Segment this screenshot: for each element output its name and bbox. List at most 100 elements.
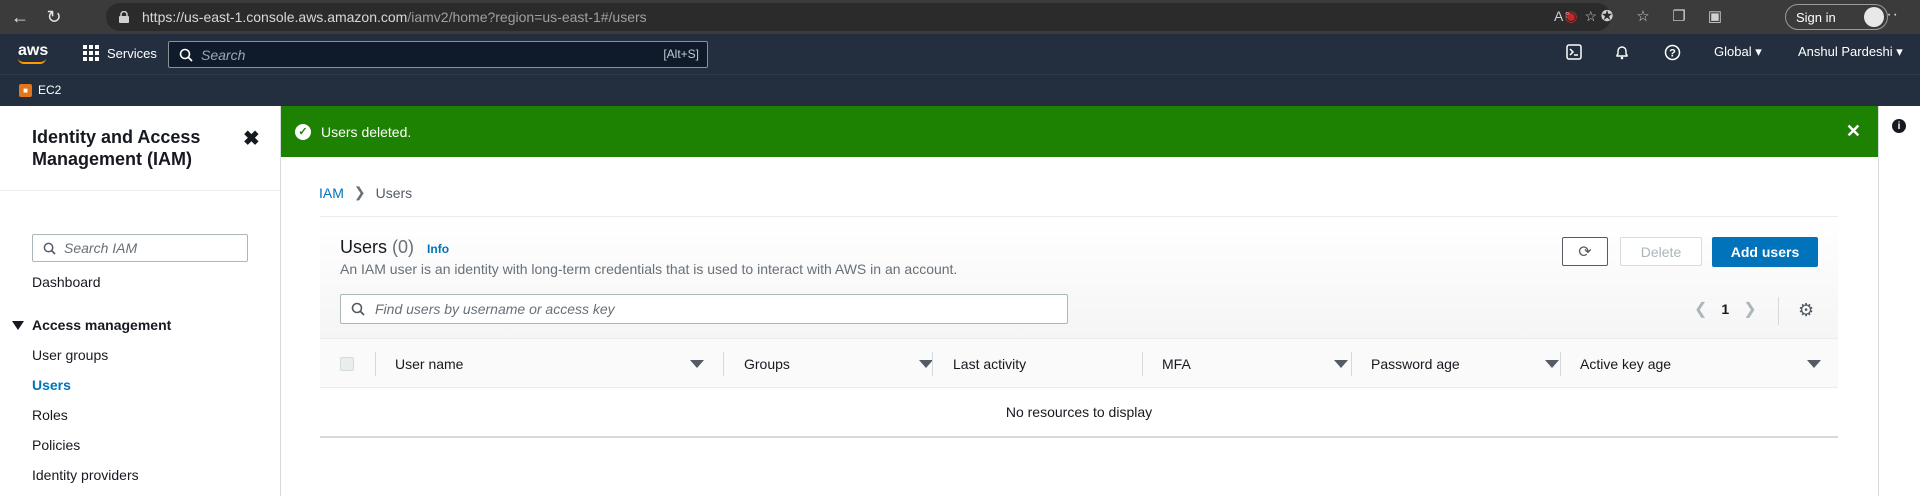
table-header: User name Groups Last activity MFA Passw…	[320, 338, 1838, 388]
cloudshell-icon[interactable]	[1566, 44, 1582, 63]
favorites-icon[interactable]: ☆	[1632, 5, 1654, 27]
services-label: Services	[107, 45, 157, 61]
sidebar-search-placeholder: Search IAM	[64, 240, 138, 256]
column-separator	[1142, 352, 1143, 376]
info-link[interactable]: Info	[427, 242, 449, 256]
sort-caret-icon	[690, 360, 704, 368]
column-header-last-activity[interactable]: Last activity	[953, 339, 1149, 389]
column-separator	[375, 352, 376, 376]
users-search-placeholder: Find users by username or access key	[375, 301, 615, 317]
sort-caret-icon	[919, 360, 933, 368]
sidebar-item-roles[interactable]: Roles	[32, 407, 68, 423]
aws-search-input[interactable]: Search [Alt+S]	[168, 41, 708, 68]
panel-title-text: Users	[340, 237, 388, 257]
column-label: Password age	[1371, 356, 1460, 372]
users-count: (0)	[392, 237, 415, 257]
sign-in-label: Sign in	[1796, 9, 1836, 25]
url-text: https://us-east-1.console.aws.amazon.com…	[142, 9, 647, 25]
column-separator	[932, 352, 933, 376]
aws-logo-smile	[18, 58, 46, 64]
iam-sidebar: Identity and Access Management (IAM) ✖ S…	[0, 106, 281, 496]
select-all-checkbox[interactable]	[340, 357, 354, 371]
region-selector[interactable]: Global ▾	[1714, 44, 1762, 60]
address-bar[interactable]: https://us-east-1.console.aws.amazon.com…	[106, 3, 1611, 31]
notifications-bell-icon[interactable]	[1614, 44, 1630, 63]
sort-caret-icon	[1334, 360, 1348, 368]
account-menu[interactable]: Anshul Pardeshi ▾	[1798, 44, 1903, 60]
previous-page-icon[interactable]: ❮	[1694, 299, 1707, 319]
aws-top-nav: aws Services Search [Alt+S] ? Global ▾ A…	[0, 34, 1920, 74]
delete-button[interactable]: Delete	[1620, 237, 1702, 266]
close-sidebar-icon[interactable]: ✖	[243, 126, 260, 151]
svg-text:?: ?	[1669, 48, 1676, 60]
url-path: /iamv2/home?region=us-east-1#/users	[407, 9, 647, 25]
sidebar-item-users[interactable]: Users	[32, 377, 71, 393]
divider	[0, 190, 280, 191]
sidebar-title: Identity and Access Management (IAM)	[32, 127, 201, 169]
breadcrumb-iam-link[interactable]: IAM	[319, 185, 344, 201]
users-search-input[interactable]: Find users by username or access key	[340, 294, 1068, 324]
column-separator	[723, 352, 724, 376]
column-label: Active key age	[1580, 356, 1672, 372]
pagination: ❮ 1 ❯	[1694, 299, 1757, 319]
users-panel-description: An IAM user is an identity with long-ter…	[340, 261, 958, 277]
column-header-mfa[interactable]: MFA	[1162, 339, 1358, 389]
services-menu-button[interactable]: Services	[83, 45, 157, 61]
divider	[1778, 297, 1779, 325]
search-shortcut: [Alt+S]	[663, 47, 699, 61]
search-placeholder: Search	[201, 46, 246, 63]
users-panel-header: Users (0) Info An IAM user is an identit…	[320, 216, 1838, 338]
chevron-right-icon: ❯	[353, 184, 366, 200]
chevron-down-icon: ▾	[1755, 44, 1762, 59]
column-header-groups[interactable]: Groups	[744, 339, 940, 389]
ec2-icon: ■	[19, 83, 32, 97]
ublock-icon[interactable]: ◉	[1560, 5, 1582, 27]
info-panel-icon[interactable]: i	[1892, 119, 1906, 133]
sidebar-item-dashboard[interactable]: Dashboard	[32, 274, 101, 290]
sidebar-item-user-groups[interactable]: User groups	[32, 347, 108, 363]
browser-toolbar: ← ↻ https://us-east-1.console.aws.amazon…	[0, 0, 1920, 34]
wallet-icon[interactable]: ▣	[1704, 5, 1726, 27]
add-users-button[interactable]: Add users	[1712, 237, 1818, 267]
page-number[interactable]: 1	[1721, 301, 1729, 317]
column-header-active-key-age[interactable]: Active key age	[1580, 339, 1830, 389]
table-settings-gear-icon[interactable]: ⚙	[1798, 300, 1814, 321]
refresh-icon: ⟳	[1578, 243, 1592, 261]
column-label: Groups	[744, 356, 790, 372]
sort-caret-icon	[1545, 360, 1559, 368]
next-page-icon[interactable]: ❯	[1743, 299, 1756, 319]
help-icon[interactable]: ?	[1664, 44, 1681, 64]
sign-in-button[interactable]: Sign in	[1785, 4, 1888, 30]
sidebar-section-access-management[interactable]: Access management	[12, 317, 171, 333]
url-host: https://us-east-1.console.aws.amazon.com	[142, 9, 408, 25]
sidebar-item-identity-providers[interactable]: Identity providers	[32, 467, 139, 483]
favorite-ec2[interactable]: ■ EC2	[19, 83, 61, 97]
column-label: User name	[395, 356, 464, 372]
users-panel-title: Users (0) Info	[340, 237, 449, 258]
sidebar-item-policies[interactable]: Policies	[32, 437, 80, 453]
back-icon[interactable]: ←	[6, 3, 34, 31]
dismiss-flash-icon[interactable]: ✕	[1846, 121, 1861, 142]
flash-message: Users deleted.	[321, 123, 412, 140]
refresh-button[interactable]: ⟳	[1562, 237, 1608, 266]
more-icon[interactable]: ···	[1880, 6, 1899, 24]
aws-logo[interactable]: aws	[18, 42, 49, 64]
help-panel-strip: i	[1878, 106, 1920, 496]
extensions-icon[interactable]: ✪	[1596, 5, 1618, 27]
favorites-bar: ■ EC2	[0, 74, 1920, 106]
users-table-panel: Users (0) Info An IAM user is an identit…	[320, 216, 1838, 438]
search-icon	[179, 48, 193, 62]
caret-down-icon	[12, 320, 24, 330]
chevron-down-icon: ▾	[1896, 44, 1903, 59]
search-icon	[43, 242, 56, 255]
column-header-user-name[interactable]: User name	[395, 339, 713, 389]
empty-table-message: No resources to display	[320, 388, 1838, 438]
aws-logo-text: aws	[18, 42, 49, 59]
column-header-password-age[interactable]: Password age	[1371, 339, 1567, 389]
reload-icon[interactable]: ↻	[40, 3, 68, 31]
sidebar-search-input[interactable]: Search IAM	[32, 234, 248, 262]
collections-icon[interactable]: ❐	[1668, 5, 1690, 27]
breadcrumb-current: Users	[375, 184, 413, 201]
region-label: Global	[1714, 44, 1752, 59]
breadcrumb: IAM ❯ Users	[319, 184, 412, 201]
